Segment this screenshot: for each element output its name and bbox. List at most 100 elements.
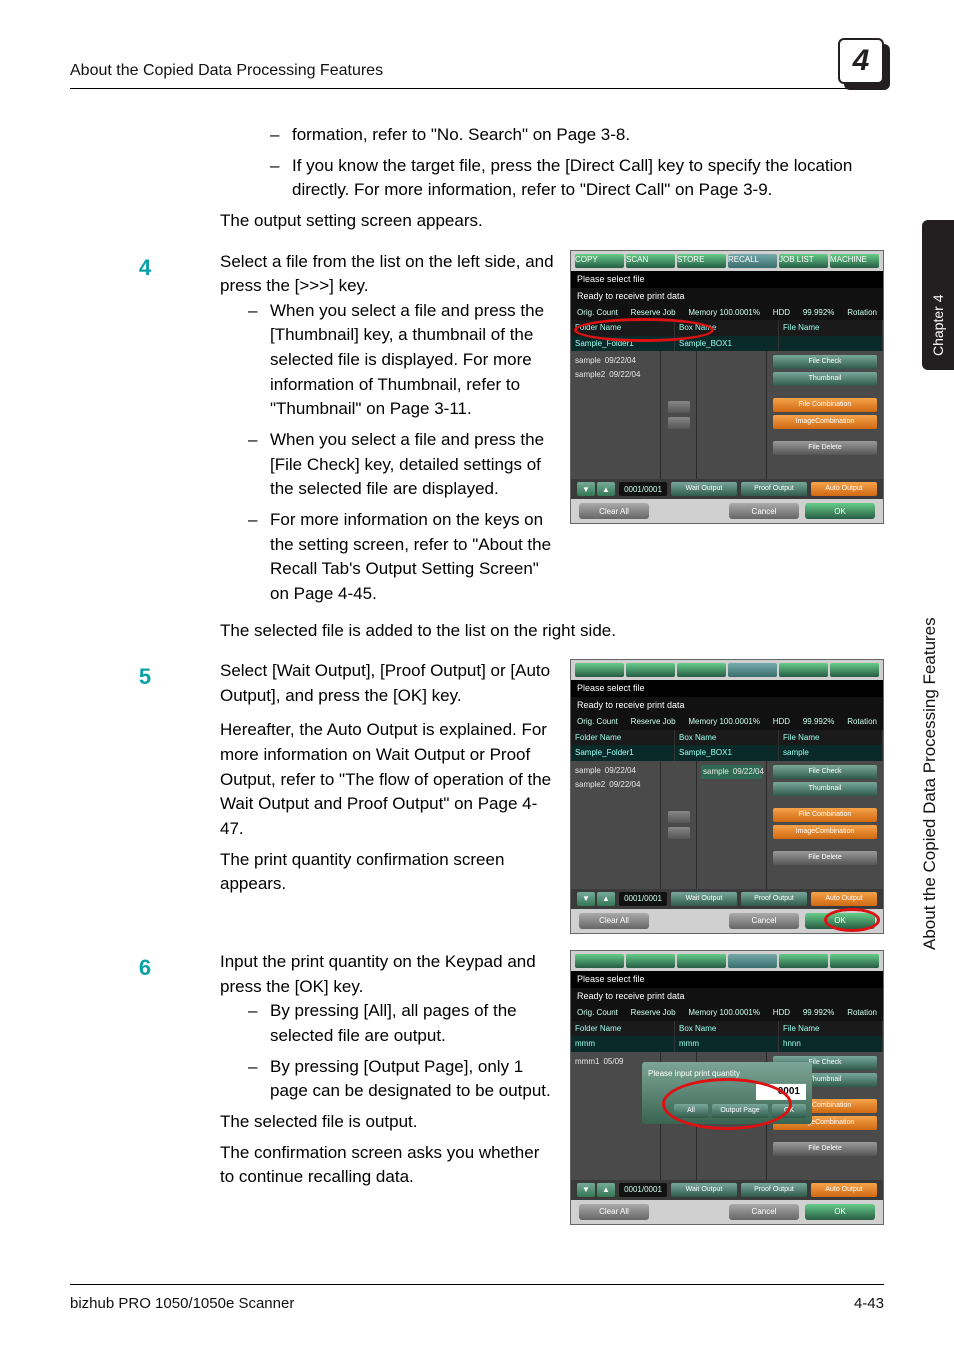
- ss-tab-active[interactable]: [728, 663, 777, 677]
- ss-status: Ready to receive print data: [571, 988, 883, 1005]
- file-combination-button[interactable]: File Combination: [773, 808, 877, 822]
- clear-all-button[interactable]: Clear All: [579, 1204, 649, 1220]
- highlight-oval: [574, 318, 714, 342]
- up-arrow-button[interactable]: ▲: [597, 892, 615, 906]
- file-check-button[interactable]: File Check: [773, 765, 877, 779]
- ss-tab[interactable]: [626, 663, 675, 677]
- ss-tab[interactable]: [677, 954, 726, 968]
- step6-lead: Input the print quantity on the Keypad a…: [220, 950, 556, 999]
- step-number: 5: [70, 659, 220, 693]
- ss-tab[interactable]: [779, 663, 828, 677]
- ss-tab[interactable]: [677, 663, 726, 677]
- ok-button[interactable]: OK: [805, 1204, 875, 1220]
- step6-screenshot: Please select file Ready to receive prin…: [570, 950, 884, 1225]
- ss-status: Ready to receive print data: [571, 288, 883, 305]
- ss-tab[interactable]: [830, 954, 879, 968]
- step6-bullet: By pressing [Output Page], only 1 page c…: [248, 1055, 556, 1104]
- transfer-left-button[interactable]: [668, 827, 690, 839]
- intro-bullet: If you know the target file, press the […: [270, 154, 884, 203]
- chapter-number: 4: [838, 38, 884, 84]
- step6-bullet: By pressing [All], all pages of the sele…: [248, 999, 556, 1048]
- clear-all-button[interactable]: Clear All: [579, 913, 649, 929]
- step4-bullet: When you select a file and press the [Th…: [248, 299, 556, 422]
- step4-lead: Select a file from the list on the left …: [220, 250, 556, 299]
- cancel-button[interactable]: Cancel: [729, 913, 799, 929]
- intro-bullet: formation, refer to "No. Search" on Page…: [270, 123, 884, 148]
- ss-tab[interactable]: MACHINE: [830, 254, 879, 268]
- step4-bullet: When you select a file and press the [Fi…: [248, 428, 556, 502]
- ss-tab[interactable]: [626, 954, 675, 968]
- side-section-text: About the Copied Data Processing Feature…: [920, 390, 940, 950]
- file-delete-button[interactable]: File Delete: [773, 441, 877, 455]
- ss-tab[interactable]: SCAN: [626, 254, 675, 268]
- file-row[interactable]: sample209/22/04: [575, 779, 656, 791]
- ss-titlebar: Please select file: [571, 971, 883, 988]
- ss-statusrow: Orig. CountReserve JobMemory 100.0001%HD…: [571, 714, 883, 730]
- file-row[interactable]: sample09/22/04: [575, 765, 656, 777]
- ss-tab[interactable]: [575, 663, 624, 677]
- file-row[interactable]: sample09/22/04: [575, 355, 656, 367]
- transfer-left-button[interactable]: [668, 417, 690, 429]
- step4-bullet: For more information on the keys on the …: [248, 508, 556, 607]
- file-combination-button[interactable]: File Combination: [773, 398, 877, 412]
- ss-tab[interactable]: [830, 663, 879, 677]
- selected-file-row[interactable]: sample09/22/04: [701, 765, 762, 779]
- cancel-button[interactable]: Cancel: [729, 503, 799, 519]
- thumbnail-button[interactable]: Thumbnail: [773, 782, 877, 796]
- ss-tab[interactable]: STORE: [677, 254, 726, 268]
- col-file: File Name: [779, 320, 883, 336]
- footer-product: bizhub PRO 1050/1050e Scanner: [70, 1295, 294, 1312]
- down-arrow-button[interactable]: ▼: [577, 1183, 595, 1197]
- auto-output-button[interactable]: Auto Output: [811, 1183, 877, 1197]
- up-arrow-button[interactable]: ▲: [597, 482, 615, 496]
- page-counter: 0001/0001: [619, 892, 667, 906]
- step5-lead: Select [Wait Output], [Proof Output] or …: [220, 659, 556, 708]
- highlight-oval: [824, 908, 880, 932]
- step5-screenshot: Please select file Ready to receive prin…: [570, 659, 884, 934]
- step6-after2: The confirmation screen asks you whether…: [220, 1141, 556, 1190]
- down-arrow-button[interactable]: ▼: [577, 892, 595, 906]
- auto-output-button[interactable]: Auto Output: [811, 482, 877, 496]
- image-combination-button[interactable]: ImageCombination: [773, 825, 877, 839]
- up-arrow-button[interactable]: ▲: [597, 1183, 615, 1197]
- proof-output-button[interactable]: Proof Output: [741, 482, 807, 496]
- cancel-button[interactable]: Cancel: [729, 1204, 799, 1220]
- step4-screenshot: COPY SCAN STORE RECALL JOB LIST MACHINE …: [570, 250, 884, 525]
- transfer-right-button[interactable]: [668, 401, 690, 413]
- image-combination-button[interactable]: ImageCombination: [773, 415, 877, 429]
- page-counter: 0001/0001: [619, 1183, 667, 1197]
- transfer-right-button[interactable]: [668, 811, 690, 823]
- proof-output-button[interactable]: Proof Output: [741, 892, 807, 906]
- highlight-oval: [662, 1078, 792, 1130]
- step6-after1: The selected file is output.: [220, 1110, 556, 1135]
- file-delete-button[interactable]: File Delete: [773, 1142, 877, 1156]
- ss-status: Ready to receive print data: [571, 697, 883, 714]
- file-row[interactable]: sample209/22/04: [575, 369, 656, 381]
- running-head: About the Copied Data Processing Feature…: [70, 62, 383, 84]
- proof-output-button[interactable]: Proof Output: [741, 1183, 807, 1197]
- page-counter: 0001/0001: [619, 482, 667, 496]
- ss-tab[interactable]: JOB LIST: [779, 254, 828, 268]
- down-arrow-button[interactable]: ▼: [577, 482, 595, 496]
- thumbnail-button[interactable]: Thumbnail: [773, 372, 877, 386]
- step-number: 6: [70, 950, 220, 984]
- chapter-badge: 4: [830, 30, 884, 84]
- auto-output-button[interactable]: Auto Output: [811, 892, 877, 906]
- ss-tab[interactable]: [779, 954, 828, 968]
- ss-tab[interactable]: [575, 954, 624, 968]
- ok-button[interactable]: OK: [805, 503, 875, 519]
- ss-titlebar: Please select file: [571, 680, 883, 697]
- file-check-button[interactable]: File Check: [773, 355, 877, 369]
- ss-statusrow: Orig. CountReserve JobMemory 100.0001%HD…: [571, 1005, 883, 1021]
- file-delete-button[interactable]: File Delete: [773, 851, 877, 865]
- footer-page: 4-43: [854, 1295, 884, 1312]
- step-number: 4: [70, 250, 220, 284]
- ss-tab-active[interactable]: RECALL: [728, 254, 777, 268]
- step4-after: The selected file is added to the list o…: [220, 619, 884, 644]
- wait-output-button[interactable]: Wait Output: [671, 482, 737, 496]
- wait-output-button[interactable]: Wait Output: [671, 892, 737, 906]
- ss-tab[interactable]: COPY: [575, 254, 624, 268]
- wait-output-button[interactable]: Wait Output: [671, 1183, 737, 1197]
- clear-all-button[interactable]: Clear All: [579, 503, 649, 519]
- ss-tab-active[interactable]: [728, 954, 777, 968]
